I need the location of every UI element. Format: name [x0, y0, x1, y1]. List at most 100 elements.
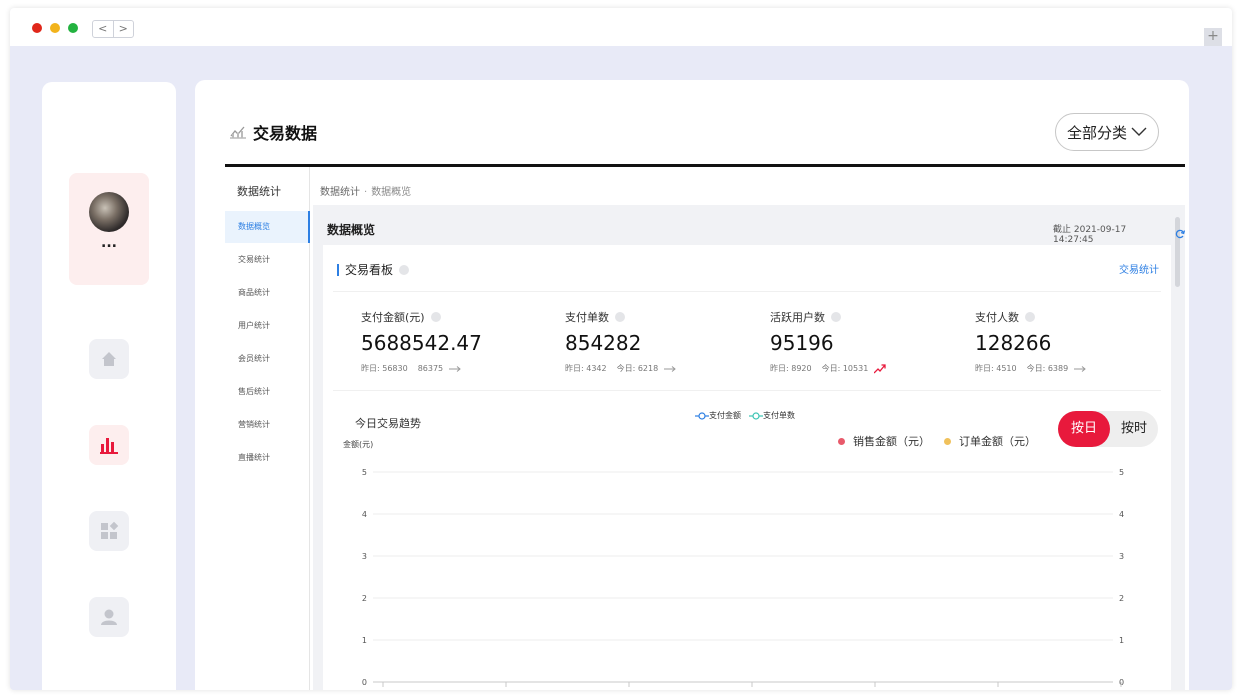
y2-tick-label: 4 [1119, 510, 1124, 519]
help-icon[interactable] [615, 312, 625, 322]
add-tab-button[interactable]: + [1204, 28, 1222, 46]
subnav-item-user[interactable]: 用户统计 [225, 310, 310, 342]
back-button[interactable]: < [93, 21, 114, 37]
subnav-item-product[interactable]: 商品统计 [225, 277, 310, 309]
forward-button[interactable]: > [114, 21, 134, 37]
y-tick-label: 3 [362, 552, 367, 561]
y2-tick-label: 2 [1119, 594, 1124, 603]
flat-arrow-icon [449, 365, 461, 372]
sub-navigation-title: 数据统计 [237, 185, 281, 198]
help-icon[interactable] [399, 264, 410, 275]
close-dot[interactable] [32, 23, 42, 33]
minimize-dot[interactable] [50, 23, 60, 33]
trade-board: 交易看板 交易统计 支付金额(元) 5688542.47 昨日: 56830 8… [323, 245, 1171, 690]
metric-today: 今日: 6389 [1026, 364, 1069, 373]
bar-chart-icon [100, 438, 118, 454]
legend-item[interactable]: 支付金额 [695, 410, 741, 421]
subnav-item-marketing[interactable]: 营销统计 [225, 409, 310, 441]
metric-card: 支付单数 854282 昨日: 4342 今日: 6218 [565, 309, 765, 374]
legend-label: 支付金额 [709, 411, 741, 420]
trend-up-icon [874, 363, 886, 373]
y-tick-label: 0 [362, 678, 367, 687]
line-marker-icon [695, 411, 709, 420]
line-marker-icon [749, 411, 763, 420]
metric-label-text: 支付单数 [565, 311, 609, 324]
legend-dot [838, 437, 845, 445]
divider [333, 390, 1161, 391]
legend-item[interactable]: 订单金额（元） [944, 433, 1036, 449]
nav-data[interactable] [89, 425, 129, 465]
metric-yesterday: 昨日: 4342 [565, 364, 607, 373]
flat-arrow-icon [1074, 365, 1086, 372]
y2-tick-label: 3 [1119, 552, 1124, 561]
breadcrumb: 数据统计 · 数据概览 [320, 183, 411, 198]
divider [333, 291, 1161, 292]
category-dropdown[interactable]: 全部分类 [1055, 113, 1159, 151]
subnav-item-member[interactable]: 会员统计 [225, 343, 310, 375]
metric-value: 854282 [565, 331, 642, 355]
metric-value: 95196 [770, 331, 834, 355]
metric-yesterday: 昨日: 56830 [361, 364, 408, 373]
maximize-dot[interactable] [68, 23, 78, 33]
metric-compare: 昨日: 4510 今日: 6389 [975, 363, 1175, 374]
subnav-item-live[interactable]: 直播统计 [225, 442, 310, 474]
category-dropdown-label: 全部分类 [1066, 123, 1127, 142]
nav-apps[interactable] [89, 511, 129, 551]
metric-compare: 昨日: 8920 今日: 10531 [770, 363, 970, 374]
home-icon [102, 352, 116, 366]
y2-tick-label: 5 [1119, 468, 1124, 477]
legend-item[interactable]: 支付单数 [749, 410, 795, 421]
metric-yesterday: 昨日: 8920 [770, 364, 812, 373]
trend-title: 今日交易趋势 [355, 417, 421, 430]
metric-compare: 昨日: 4342 今日: 6218 [565, 363, 765, 374]
subnav-item-overview[interactable]: 数据概览 [225, 211, 310, 243]
period-toggle[interactable]: 按日 按时 [1058, 411, 1158, 447]
chart-legend-top: 支付金额 支付单数 [695, 410, 803, 421]
refresh-icon[interactable] [1175, 229, 1185, 239]
user-card[interactable]: ... [69, 173, 149, 285]
nav-home[interactable] [89, 339, 129, 379]
metric-label: 支付单数 [565, 309, 765, 325]
board-title-accent [337, 263, 339, 276]
username: ... [101, 235, 117, 251]
legend-label: 订单金额（元） [959, 435, 1036, 448]
as-of-text: 截止 2021-09-17 14:27:45 [1053, 225, 1127, 245]
help-icon[interactable] [430, 312, 441, 322]
user-icon [101, 609, 117, 625]
flat-arrow-icon [664, 365, 676, 372]
browser-window: < > + ... 交易数据 全部分类 数据统计 数据概览 交易统计 商品统计 … [10, 8, 1232, 690]
metric-label: 支付金额(元) [361, 309, 561, 325]
metric-value: 128266 [975, 331, 1052, 355]
legend-dot [944, 437, 951, 445]
toggle-by-day[interactable]: 按日 [1058, 411, 1110, 447]
trend-chart-icon [230, 126, 246, 139]
breadcrumb-separator: · [364, 187, 368, 198]
trend-chart: 0 1 2 3 4 5 0 1 2 3 4 5 [362, 468, 1124, 687]
help-icon[interactable] [1025, 312, 1035, 322]
breadcrumb-parent[interactable]: 数据统计 [320, 187, 360, 198]
left-sidebar: ... [42, 82, 176, 690]
metric-compare: 昨日: 56830 86375 [361, 363, 561, 374]
board-title: 交易看板 [337, 261, 410, 278]
history-nav: < > [92, 20, 134, 38]
toggle-by-hour[interactable]: 按时 [1110, 411, 1158, 447]
as-of-time: 截止 2021-09-17 14:27:45 [1053, 222, 1185, 245]
subnav-item-trade[interactable]: 交易统计 [225, 244, 310, 276]
y2-tick-label: 1 [1119, 636, 1124, 645]
breadcrumb-current: 数据概览 [371, 187, 412, 198]
metric-card: 支付人数 128266 昨日: 4510 今日: 6389 [975, 309, 1175, 374]
metric-today: 86375 [417, 364, 444, 373]
subnav-item-aftersale[interactable]: 售后统计 [225, 376, 310, 408]
chevron-down-icon [1131, 127, 1147, 136]
y-tick-label: 2 [362, 594, 367, 603]
y-axis-unit: 金额(元) [343, 440, 374, 449]
avatar[interactable] [89, 192, 129, 232]
page-title-text: 交易数据 [253, 124, 318, 143]
nav-user[interactable] [89, 597, 129, 637]
title-bar: < > + [10, 8, 1232, 46]
trade-stats-link[interactable]: 交易统计 [1119, 261, 1159, 276]
legend-item[interactable]: 销售金额（元） [838, 433, 930, 449]
help-icon[interactable] [831, 312, 841, 322]
y-tick-label: 4 [362, 510, 367, 519]
chart-legend-bottom: 销售金额（元） 订单金额（元） [838, 433, 1050, 449]
